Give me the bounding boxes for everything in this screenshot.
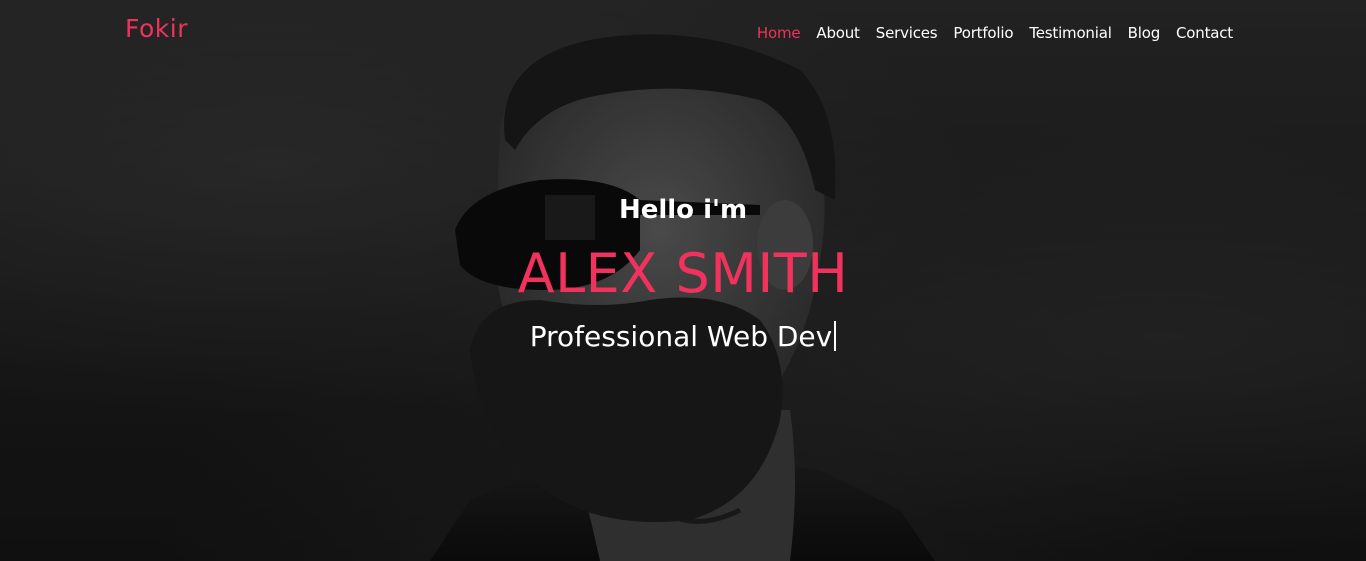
nav-link-contact[interactable]: Contact xyxy=(1176,24,1233,42)
nav-link-portfolio[interactable]: Portfolio xyxy=(953,24,1013,42)
main-navigation: Home About Services Portfolio Testimonia… xyxy=(757,24,1233,42)
nav-link-home[interactable]: Home xyxy=(757,24,801,42)
hero-role-line: Professional Web Dev xyxy=(0,320,1366,353)
nav-link-blog[interactable]: Blog xyxy=(1128,24,1161,42)
typing-cursor xyxy=(834,321,837,351)
hero-name: ALEX SMITH xyxy=(517,242,849,305)
site-logo[interactable]: Fokir xyxy=(125,14,188,43)
nav-link-about[interactable]: About xyxy=(816,24,860,42)
nav-link-testimonial[interactable]: Testimonial xyxy=(1029,24,1112,42)
nav-link-services[interactable]: Services xyxy=(876,24,938,42)
hero-role-text: Professional Web Dev xyxy=(529,320,833,353)
hero-greeting: Hello i'm xyxy=(618,195,748,225)
hero-section: Fokir Home About Services Portfolio Test… xyxy=(0,0,1366,561)
